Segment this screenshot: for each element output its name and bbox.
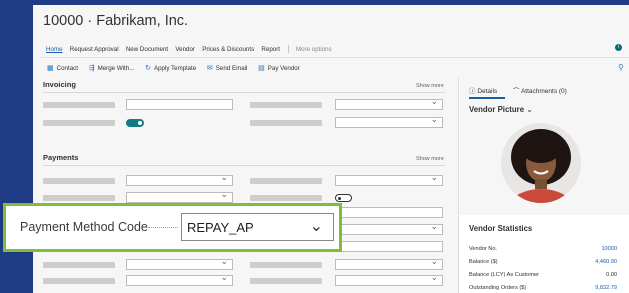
dropdown-field[interactable] — [126, 272, 233, 286]
invoicing-section-title[interactable]: Invoicing — [43, 80, 76, 89]
stat-value-link[interactable]: 9,832.79 — [595, 285, 617, 291]
field-label-placeholder — [43, 278, 115, 284]
field-label-placeholder — [43, 262, 115, 268]
dropdown-field[interactable] — [126, 256, 233, 270]
field-label-placeholder — [250, 278, 322, 284]
text-field[interactable] — [126, 99, 233, 110]
tab-details[interactable]: ⓘ Details — [469, 88, 497, 95]
vendor-picture-label: Vendor Picture — [469, 105, 525, 114]
paperclip-icon: ⌒ — [513, 88, 521, 95]
nav-divider — [41, 57, 629, 58]
label-leader-dots — [148, 227, 178, 228]
details-label: Details — [477, 88, 498, 95]
field-label-placeholder — [43, 178, 115, 184]
dropdown-field[interactable] — [126, 172, 233, 186]
apply-template-label: Apply Template — [153, 65, 197, 72]
stat-row: Balance (LCY) As Customer 0.00 — [469, 272, 617, 278]
vendor-picture — [501, 123, 581, 203]
tab-report[interactable]: Report — [261, 46, 280, 53]
dropdown-field[interactable] — [335, 221, 443, 235]
pay-vendor-label: Pay Vendor — [267, 65, 300, 72]
tab-new-document[interactable]: New Document — [126, 46, 168, 53]
text-field[interactable] — [335, 241, 443, 252]
payments-show-more[interactable]: Show more — [416, 156, 444, 162]
field-label-placeholder — [43, 195, 115, 201]
send-email-button[interactable]: ✉ Send Email — [207, 65, 248, 72]
contact-label: Contact — [56, 65, 78, 72]
field-label-placeholder — [250, 262, 322, 268]
stat-value: 0.00 — [606, 272, 617, 278]
tab-request-approval[interactable]: Request Approval — [70, 46, 119, 53]
payments-section-title[interactable]: Payments — [43, 153, 78, 162]
merge-with-button[interactable]: ⇶ Merge With... — [89, 65, 135, 72]
stat-row: Vendor No. 10000 — [469, 246, 617, 252]
text-field[interactable] — [335, 207, 443, 218]
email-icon: ✉ — [206, 65, 213, 72]
field-label-placeholder — [43, 102, 115, 108]
info-icon[interactable]: i — [615, 44, 622, 51]
chevron-down-icon: ⌄ — [526, 105, 533, 114]
nav-separator — [288, 45, 290, 53]
payment-method-callout: Payment Method Code REPAY_AP ⌄ — [3, 203, 342, 252]
page-title: 10000 · Fabrikam, Inc. — [43, 13, 189, 29]
payments-toggle[interactable] — [335, 194, 352, 202]
payment-method-value: REPAY_AP — [187, 220, 254, 235]
contact-icon: ▦ — [47, 65, 54, 72]
more-options-button[interactable]: More options — [296, 46, 332, 53]
invoicing-divider — [43, 92, 445, 93]
vendor-statistics-title: Vendor Statistics — [469, 224, 533, 233]
contact-button[interactable]: ▦ Contact — [47, 65, 78, 72]
vendor-statistics-panel: Vendor Statistics Vendor No. 10000 Balan… — [459, 215, 629, 293]
dropdown-field[interactable] — [335, 96, 443, 110]
pay-vendor-button[interactable]: ▤ Pay Vendor — [258, 65, 300, 72]
stat-row: Balance ($) 4,460.90 — [469, 259, 617, 265]
field-label-placeholder — [250, 195, 322, 201]
stat-label: Outstanding Orders ($) — [469, 285, 527, 291]
stat-value-link[interactable]: 4,460.90 — [595, 259, 617, 265]
invoicing-toggle[interactable] — [126, 119, 144, 127]
action-buttons: ▦ Contact ⇶ Merge With... ↻ Apply Template … — [47, 64, 309, 72]
dropdown-field[interactable] — [335, 256, 443, 270]
personalize-icon[interactable]: ⚲ — [618, 63, 624, 72]
stat-label: Balance (LCY) As Customer — [469, 272, 539, 278]
stat-label: Balance ($) — [469, 259, 498, 265]
invoicing-show-more[interactable]: Show more — [416, 83, 444, 89]
action-bar-tabs: Home Request Approval New Document Vendo… — [46, 45, 337, 53]
factbox-tabs: ⓘ Details ⌒ Attachments (0) — [469, 85, 581, 99]
send-email-label: Send Email — [215, 65, 248, 72]
field-label-placeholder — [250, 120, 322, 126]
vendor-picture-title[interactable]: Vendor Picture ⌄ — [469, 105, 533, 114]
payments-divider — [43, 165, 445, 166]
chevron-down-icon[interactable]: ⌄ — [310, 216, 323, 236]
apply-template-button[interactable]: ↻ Apply Template — [145, 65, 196, 72]
attachments-label: Attachments (0) — [520, 88, 567, 95]
tab-prices-discounts[interactable]: Prices & Discounts — [202, 46, 254, 53]
pay-vendor-icon: ▤ — [258, 65, 265, 72]
active-tab-indicator — [469, 97, 505, 99]
stat-label: Vendor No. — [469, 246, 497, 252]
payment-method-dropdown[interactable]: REPAY_AP ⌄ — [181, 213, 334, 241]
stat-row: Outstanding Orders ($) 9,832.79 — [469, 285, 617, 291]
template-icon: ↻ — [145, 65, 151, 72]
field-label-placeholder — [43, 120, 115, 126]
payment-method-label: Payment Method Code — [20, 220, 148, 234]
dropdown-field[interactable] — [126, 189, 233, 203]
tab-attachments[interactable]: ⌒ Attachments (0) — [513, 88, 567, 95]
stat-value-link[interactable]: 10000 — [601, 246, 617, 252]
dropdown-field[interactable] — [335, 114, 443, 128]
tab-home[interactable]: Home — [46, 46, 63, 53]
field-label-placeholder — [250, 102, 322, 108]
merge-label: Merge With... — [97, 65, 135, 72]
tab-vendor[interactable]: Vendor — [175, 46, 195, 53]
merge-icon: ⇶ — [88, 65, 95, 72]
dropdown-field[interactable] — [335, 272, 443, 286]
field-label-placeholder — [250, 178, 322, 184]
dropdown-field[interactable] — [335, 172, 443, 186]
